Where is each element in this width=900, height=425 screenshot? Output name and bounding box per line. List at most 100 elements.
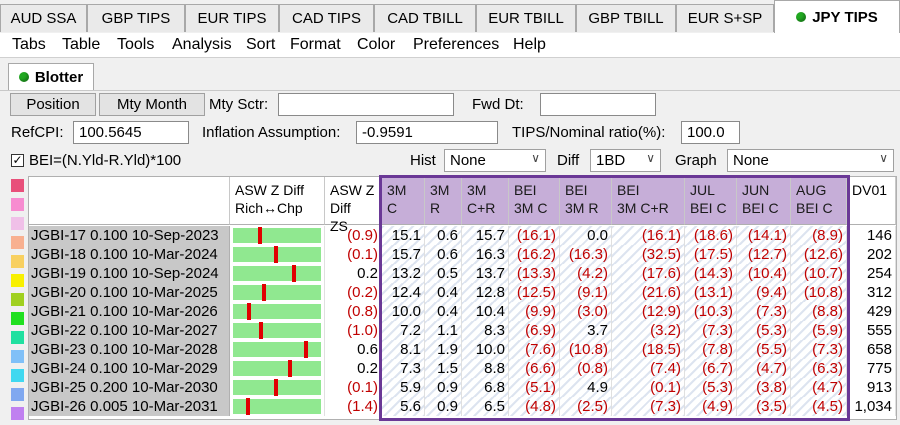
tab-blotter[interactable]: Blotter — [8, 63, 94, 90]
header-instrument[interactable] — [29, 177, 230, 225]
refcpi-input[interactable]: 100.5645 — [73, 121, 189, 144]
value-cell: 0.0 — [560, 226, 612, 245]
color-swatch[interactable] — [11, 179, 24, 192]
header-asw-z-diff-zs[interactable]: ASW Z Diff ZS — [325, 177, 382, 234]
value-cell: (4.2) — [560, 264, 612, 283]
header-bei-3m-c[interactable]: BEI 3M C — [509, 177, 560, 225]
value-cell: 15.1 — [382, 226, 425, 245]
inflation-assumption-input[interactable]: -0.9591 — [356, 121, 498, 144]
value-cell: 0.9 — [425, 378, 462, 397]
position-button[interactable]: Position — [10, 93, 96, 116]
table-row[interactable]: JGBI-19 0.100 10-Sep-2024 0.2 13.2 0.5 13.7(… — [29, 264, 896, 283]
tab-cad-tbill[interactable]: CAD TBILL — [374, 4, 476, 32]
color-swatch[interactable] — [11, 236, 24, 249]
value-cell: (6.6) — [509, 359, 560, 378]
diff-select[interactable]: 1BD ∨ — [590, 149, 661, 172]
color-swatch[interactable] — [11, 198, 24, 211]
tab-aud-ssa[interactable]: AUD SSA — [0, 4, 87, 32]
value-cell: 5.9 — [382, 378, 425, 397]
tab-label: CAD TBILL — [387, 10, 463, 27]
tab-jpy-tips[interactable]: JPY TIPS — [774, 0, 900, 33]
tab-gbp-tips[interactable]: GBP TIPS — [87, 4, 185, 32]
table-row[interactable]: JGBI-22 0.100 10-Mar-2027 (1.0) 7.2 1.1 8.3(… — [29, 321, 896, 340]
value-cell: (3.5) — [737, 397, 791, 416]
menu-sort[interactable]: Sort — [246, 36, 275, 54]
bei-formula-checkbox[interactable]: ✓ — [11, 154, 24, 167]
rich-cheap-bar — [233, 323, 321, 338]
value-cell: (5.9) — [791, 321, 847, 340]
value-cell: 658 — [847, 340, 896, 359]
value-cell: (10.4) — [737, 264, 791, 283]
value-cell: 1,034 — [847, 397, 896, 416]
value-cell: 0.9 — [425, 397, 462, 416]
value-cell: (1.4) — [325, 397, 382, 416]
value-cell: 1.1 — [425, 321, 462, 340]
table-row[interactable]: JGBI-20 0.100 10-Mar-2025 (0.2) 12.4 0.4 12.… — [29, 283, 896, 302]
header-jul-bei-c[interactable]: JUL BEI C — [685, 177, 737, 225]
color-swatch[interactable] — [11, 274, 24, 287]
header-bei-3m-c-r[interactable]: BEI 3M C+R — [612, 177, 685, 225]
tips-nominal-ratio-label: TIPS/Nominal ratio(%): — [512, 124, 666, 141]
value-cell: (13.1) — [685, 283, 737, 302]
value-cell: (4.8) — [509, 397, 560, 416]
tab-label: EUR S+SP — [687, 10, 763, 27]
menu-tools[interactable]: Tools — [117, 36, 154, 54]
value-cell: (10.8) — [791, 283, 847, 302]
tips-nominal-ratio-input[interactable]: 100.0 — [681, 121, 740, 144]
menu-preferences[interactable]: Preferences — [413, 36, 499, 54]
bei-formula-label: BEI=(N.Yld-R.Yld)*100 — [29, 152, 182, 169]
header-3m-c-r[interactable]: 3M C+R — [462, 177, 509, 225]
hist-select[interactable]: None ∨ — [444, 149, 546, 172]
color-swatch[interactable] — [11, 350, 24, 363]
tab-gbp-tbill[interactable]: GBP TBILL — [576, 4, 676, 32]
header-jun-bei-c[interactable]: JUN BEI C — [737, 177, 791, 225]
color-swatch[interactable] — [11, 255, 24, 268]
menu-analysis[interactable]: Analysis — [172, 36, 232, 54]
tab-eur-tbill[interactable]: EUR TBILL — [476, 4, 576, 32]
table-row[interactable]: JGBI-18 0.100 10-Mar-2024 (0.1) 15.7 0.6 16.… — [29, 245, 896, 264]
table-row[interactable]: JGBI-26 0.005 10-Mar-2031 (1.4) 5.6 0.9 6.5(… — [29, 397, 896, 416]
value-cell: (0.9) — [325, 226, 382, 245]
header-bei-3m-r[interactable]: BEI 3M R — [560, 177, 612, 225]
color-swatch[interactable] — [11, 388, 24, 401]
asw-z-diff-bar-cell — [230, 226, 325, 245]
rich-cheap-marker — [246, 398, 250, 415]
tab-cad-tips[interactable]: CAD TIPS — [279, 4, 374, 32]
value-cell: (3.2) — [612, 321, 685, 340]
value-cell: (14.3) — [685, 264, 737, 283]
menu-tabs[interactable]: Tabs — [12, 36, 46, 54]
table-row[interactable]: JGBI-24 0.100 10-Mar-2029 0.2 7.3 1.5 8.8 (6.… — [29, 359, 896, 378]
table-row[interactable]: JGBI-21 0.100 10-Mar-2026 (0.8) 10.0 0.4 10.… — [29, 302, 896, 321]
header-dv01[interactable]: DV01 — [847, 177, 896, 225]
menu-table[interactable]: Table — [62, 36, 100, 54]
header-3m-c[interactable]: 3M C — [382, 177, 425, 225]
header-3m-r[interactable]: 3M R — [425, 177, 462, 225]
header-aug-bei-c[interactable]: AUG BEI C — [791, 177, 847, 225]
table-row[interactable]: JGBI-17 0.100 10-Sep-2023 (0.9) 15.1 0.6 15.… — [29, 226, 896, 245]
menu-help[interactable]: Help — [513, 36, 546, 54]
color-swatch[interactable] — [11, 217, 24, 230]
value-cell: 202 — [847, 245, 896, 264]
refcpi-label: RefCPI: — [11, 124, 64, 141]
graph-select[interactable]: None ∨ — [727, 149, 894, 172]
chevron-down-icon: ∨ — [646, 151, 655, 165]
menu-format[interactable]: Format — [290, 36, 341, 54]
status-dot-icon — [796, 12, 807, 22]
value-cell: (0.8) — [560, 359, 612, 378]
header-asw-z-diff-rich-chp[interactable]: ASW Z Diff Rich↔Chp — [230, 177, 325, 225]
mty-month-button[interactable]: Mty Month — [99, 93, 205, 116]
fwd-dt-input[interactable] — [540, 93, 656, 116]
color-swatch[interactable] — [11, 369, 24, 382]
menu-color[interactable]: Color — [357, 36, 395, 54]
tab-label: EUR TIPS — [197, 10, 267, 27]
color-swatch[interactable] — [11, 293, 24, 306]
tab-eur-s-sp[interactable]: EUR S+SP — [676, 4, 774, 32]
color-swatch[interactable] — [11, 407, 24, 420]
tab-eur-tips[interactable]: EUR TIPS — [185, 4, 279, 32]
table-row[interactable]: JGBI-25 0.200 10-Mar-2030 (0.1) 5.9 0.9 6.8(… — [29, 378, 896, 397]
mty-sctr-input[interactable] — [278, 93, 454, 116]
color-swatch[interactable] — [11, 331, 24, 344]
table-row[interactable]: JGBI-23 0.100 10-Mar-2028 0.6 8.1 1.9 10.0 (7… — [29, 340, 896, 359]
color-swatch[interactable] — [11, 312, 24, 325]
blotter-table: ASW Z Diff Rich↔Chp ASW Z Diff ZS 3M C 3M R … — [28, 176, 897, 420]
